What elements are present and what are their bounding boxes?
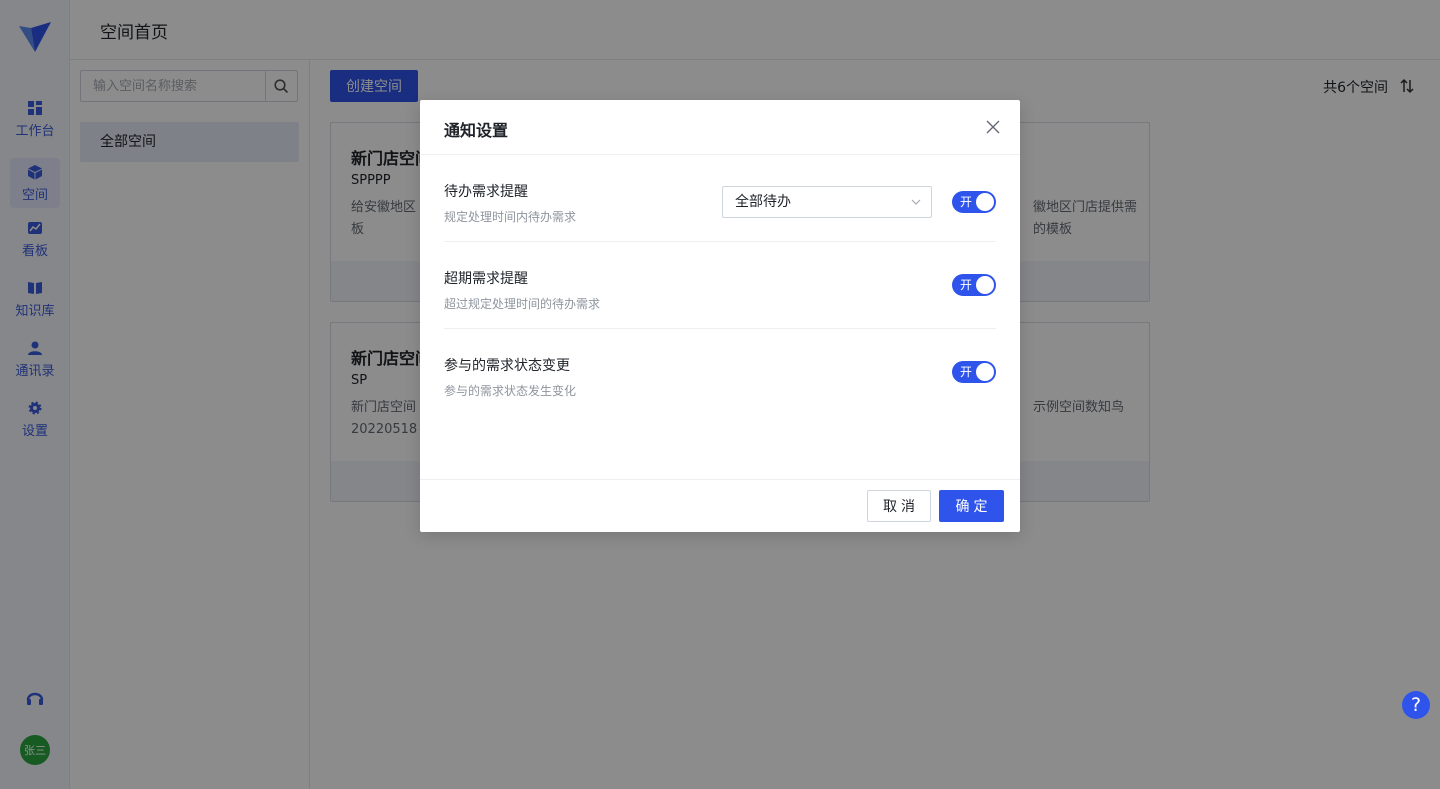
setting-row: 待办需求提醒 规定处理时间内待办需求 全部待办 开 — [444, 155, 996, 242]
setting-row: 参与的需求状态变更 参与的需求状态发生变化 开 — [444, 329, 996, 416]
setting-label: 待办需求提醒 — [444, 184, 528, 200]
overdue-reminder-toggle[interactable]: 开 — [952, 274, 996, 296]
select-value: 全部待办 — [735, 194, 791, 210]
toggle-knob — [976, 276, 994, 294]
toggle-label: 开 — [960, 365, 973, 379]
help-button[interactable]: ? — [1402, 691, 1430, 719]
settings-list: 待办需求提醒 规定处理时间内待办需求 全部待办 开 超期需求提醒 超过规定处理时… — [444, 155, 996, 416]
setting-label: 超期需求提醒 — [444, 271, 528, 287]
toggle-label: 开 — [960, 195, 973, 209]
setting-label: 参与的需求状态变更 — [444, 358, 570, 374]
close-icon[interactable] — [986, 120, 1000, 134]
setting-row: 超期需求提醒 超过规定处理时间的待办需求 开 — [444, 242, 996, 329]
setting-description: 规定处理时间内待办需求 — [444, 210, 577, 224]
toggle-label: 开 — [960, 278, 973, 292]
modal-header: 通知设置 — [420, 100, 1020, 155]
notification-settings-modal: 通知设置 待办需求提醒 规定处理时间内待办需求 全部待办 开 超期需求提醒 超过… — [420, 100, 1020, 532]
confirm-button[interactable]: 确定 — [939, 490, 1004, 522]
cancel-button[interactable]: 取消 — [867, 490, 931, 522]
setting-description: 参与的需求状态发生变化 — [444, 384, 577, 398]
setting-description: 超过规定处理时间的待办需求 — [444, 297, 601, 311]
modal-footer: 取消 确定 — [420, 479, 1020, 532]
status-change-toggle[interactable]: 开 — [952, 361, 996, 383]
pending-reminder-toggle[interactable]: 开 — [952, 191, 996, 213]
modal-title: 通知设置 — [444, 121, 509, 140]
toggle-knob — [976, 193, 994, 211]
pending-scope-select[interactable]: 全部待办 — [722, 186, 932, 218]
toggle-knob — [976, 363, 994, 381]
chevron-down-icon — [911, 199, 921, 205]
